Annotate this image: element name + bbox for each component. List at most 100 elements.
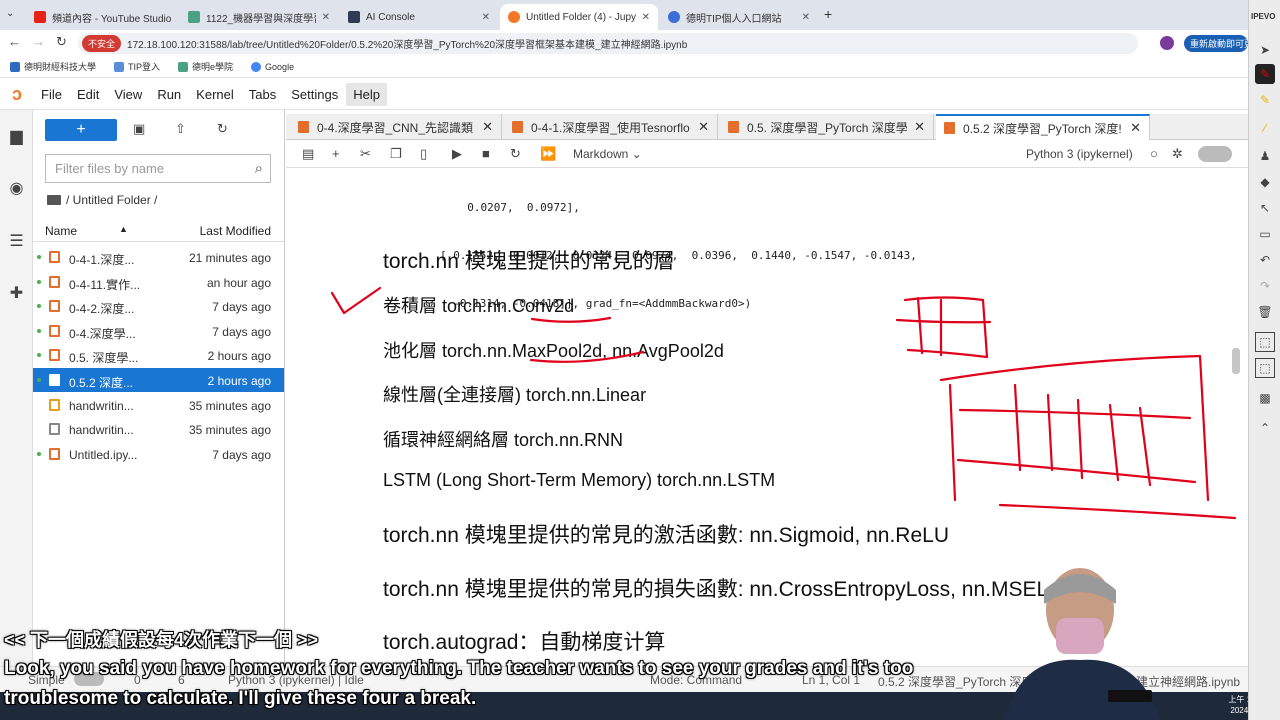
close-icon[interactable]: ✕ (478, 119, 493, 135)
notebook-tab[interactable]: 0.5. 深度學習_PyTorch 深度學 ✕ (720, 114, 934, 140)
paste-icon[interactable]: ▯ (420, 146, 427, 162)
cell-type-select[interactable]: Markdown ⌄ (573, 147, 642, 161)
menu-view[interactable]: View (107, 83, 149, 106)
breadcrumb[interactable]: / Untitled Folder / (47, 193, 157, 207)
update-button[interactable]: 重新啟動即可更新 (1184, 35, 1248, 52)
file-row[interactable]: handwritin... 35 minutes ago (33, 417, 284, 441)
browser-tab-ai-console[interactable]: AI Console ✕ (340, 4, 498, 30)
close-icon[interactable]: ✕ (910, 119, 925, 135)
close-icon[interactable]: ✕ (316, 12, 330, 23)
cursor-icon[interactable]: ➤ (1255, 40, 1275, 60)
address-bar[interactable]: 不安全 172.18.100.120:31588/lab/tree/Untitl… (78, 33, 1138, 54)
collapse-icon[interactable]: ⌃ (1255, 418, 1275, 438)
file-row[interactable]: 0-4-2.深度... 7 days ago (33, 294, 284, 318)
camera-icon[interactable]: ▩ (1255, 388, 1275, 408)
profile-avatar[interactable] (1160, 36, 1174, 50)
notebook-tab[interactable]: 0-4.深度學習_CNN_先認識類 ✕ (290, 114, 502, 140)
highlighter-icon[interactable]: ✎ (1255, 90, 1275, 110)
extension-icon[interactable]: ✚ (7, 283, 26, 302)
scrollbar[interactable] (1232, 348, 1240, 374)
tab-search-icon[interactable]: ⌄ (6, 8, 14, 19)
stamp-icon[interactable]: ♟ (1255, 146, 1275, 166)
menu-tabs[interactable]: Tabs (242, 83, 283, 106)
menu-kernel[interactable]: Kernel (189, 83, 241, 106)
file-row[interactable]: 0.5.2 深度... 2 hours ago (33, 368, 284, 392)
new-tab-button[interactable]: + (824, 6, 832, 22)
close-icon[interactable]: ✕ (636, 12, 650, 23)
file-name: handwritin... (69, 398, 134, 413)
close-icon[interactable]: ✕ (171, 12, 178, 23)
close-icon[interactable]: ✕ (1126, 120, 1141, 136)
select-icon[interactable]: ↖ (1255, 198, 1275, 218)
eraser-icon[interactable]: ◆ (1255, 172, 1275, 192)
file-name: 0-4-2.深度... (69, 302, 135, 317)
file-modified: 35 minutes ago (188, 398, 271, 413)
menu-settings[interactable]: Settings (284, 83, 345, 106)
debugger-toggle[interactable] (1198, 146, 1232, 162)
close-icon[interactable]: ✕ (694, 119, 709, 135)
forward-icon[interactable]: → (32, 34, 45, 49)
running-indicator-icon (37, 279, 41, 284)
settings-gear-icon[interactable]: ✲ (1172, 146, 1183, 162)
reload-icon[interactable]: ↻ (56, 34, 67, 50)
kernel-name[interactable]: Python 3 (ipykernel) (1026, 147, 1133, 161)
column-last-modified[interactable]: Last Modified (200, 224, 271, 238)
menu-run[interactable]: Run (150, 83, 188, 106)
running-icon[interactable]: ◉ (7, 178, 26, 197)
column-name[interactable]: Name (45, 224, 77, 238)
stop-icon[interactable]: ■ (482, 146, 490, 161)
md-heading-layers: torch.nn 模塊里提供的常見的層 (383, 250, 675, 273)
close-icon[interactable]: ✕ (476, 12, 490, 23)
save-icon[interactable]: ▤ (302, 146, 314, 162)
back-icon[interactable]: ← (8, 34, 21, 49)
run-all-icon[interactable]: ⏩ (540, 146, 556, 162)
undo-icon[interactable]: ↶ (1255, 250, 1275, 270)
browser-tab-youtube[interactable]: 頻道內容 - YouTube Studio ✕ (26, 4, 178, 30)
highlighter-icon[interactable]: ⁄ (1255, 118, 1275, 138)
notebook-tab-active[interactable]: 0.5.2 深度學習_PyTorch 深度! ✕ (936, 114, 1150, 140)
pen-icon[interactable]: ✎ (1255, 64, 1275, 84)
redo-icon[interactable]: ↷ (1255, 276, 1275, 296)
refresh-icon[interactable]: ↻ (217, 121, 228, 137)
whiteboard-icon[interactable]: ⬚ (1255, 332, 1275, 352)
file-row[interactable]: 0.5. 深度學... 2 hours ago (33, 343, 284, 367)
bookmark-dmit[interactable]: 德明財經科技大學 (10, 60, 96, 73)
menu-edit[interactable]: Edit (70, 83, 106, 106)
file-row[interactable]: 0-4.深度學... 7 days ago (33, 319, 284, 343)
close-icon[interactable]: ✕ (796, 12, 810, 23)
restart-icon[interactable]: ↻ (510, 146, 521, 162)
browser-tab-jupyterlab[interactable]: Untitled Folder (4) - JupyterLab ✕ (500, 4, 658, 30)
upload-icon[interactable]: ⇧ (175, 121, 186, 137)
file-row[interactable]: 0-4-11.實作... an hour ago (33, 270, 284, 294)
browser-tab-tip[interactable]: 德明TIP個人入口網站 ✕ (660, 4, 818, 30)
file-row[interactable]: Untitled.ipy... 7 days ago (33, 442, 284, 466)
add-cell-icon[interactable]: + (332, 146, 340, 161)
insecure-badge[interactable]: 不安全 (82, 35, 122, 52)
md-line-lstm: LSTM (Long Short-Term Memory) torch.nn.L… (383, 470, 776, 490)
menu-file[interactable]: File (34, 83, 69, 106)
md-heading-activation: torch.nn 模塊里提供的常見的激活函數: nn.Sigmoid, nn.R… (383, 524, 949, 547)
filter-input[interactable]: Filter files by name ⌕ (45, 154, 271, 183)
capture-icon[interactable]: ⬚ (1255, 358, 1275, 378)
url-text[interactable]: 172.18.100.120:31588/lab/tree/Untitled%2… (127, 36, 687, 51)
running-indicator-icon (37, 353, 41, 358)
clear-icon[interactable]: ▭ (1255, 224, 1275, 244)
run-icon[interactable]: ▶ (452, 146, 462, 162)
bookmark-tip[interactable]: TIP登入 (114, 60, 160, 73)
menu-help[interactable]: Help (346, 83, 387, 106)
notebook-tab[interactable]: 0-4-1.深度學習_使用Tesnorflo ✕ (504, 114, 718, 140)
folder-icon[interactable]: ▆ (7, 126, 26, 145)
file-row[interactable]: 0-4-1.深度... 21 minutes ago (33, 245, 284, 269)
copy-icon[interactable]: ❐ (390, 146, 402, 162)
bookmark-google[interactable]: Google (251, 61, 294, 72)
cut-icon[interactable]: ✂ (360, 146, 371, 162)
table-of-contents-icon[interactable]: ☰ (7, 231, 26, 250)
file-row[interactable]: handwritin... 35 minutes ago (33, 393, 284, 417)
breadcrumb-path[interactable]: / Untitled Folder / (66, 193, 157, 207)
sort-up-icon[interactable]: ▲ (119, 224, 128, 234)
trash-icon[interactable]: 🗑 (1255, 302, 1275, 322)
bookmark-elearn[interactable]: 德明e學院 (178, 60, 233, 73)
new-folder-icon[interactable]: ▣ (133, 121, 145, 137)
new-launcher-button[interactable]: + (45, 119, 117, 141)
browser-tab-course[interactable]: 1122_機器學習與深度學習實作 ✕ (180, 4, 338, 30)
